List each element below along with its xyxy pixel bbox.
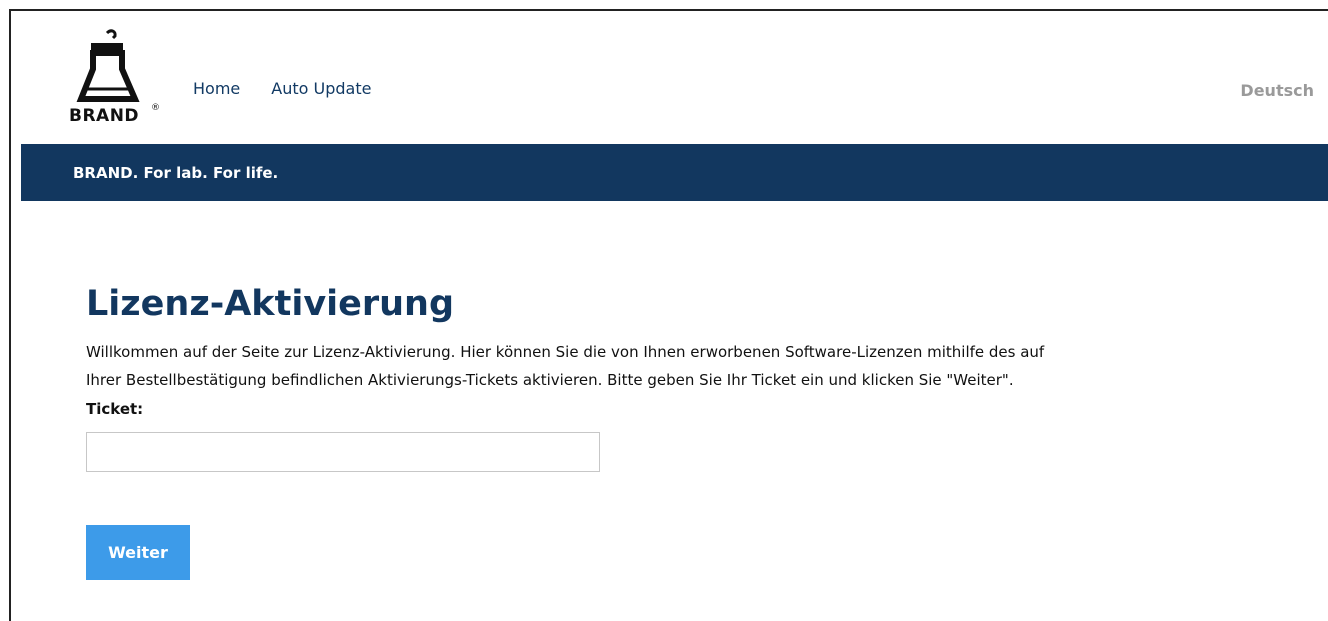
weiter-button[interactable]: Weiter [86,525,190,580]
site-header: BRAND ® Home Auto Update Deutsch [11,11,1328,144]
ticket-label: Ticket: [86,400,144,418]
intro-text: Willkommen auf der Seite zur Lizenz-Akti… [86,338,1306,394]
brand-logo-text: BRAND [69,106,140,126]
brand-logo[interactable]: BRAND ® [69,26,163,136]
page-title: Lizenz-Aktivierung [86,284,455,324]
main-nav: Home Auto Update [193,79,402,98]
tagline-banner: BRAND. For lab. For life. [21,144,1328,201]
main-content: Lizenz-Aktivierung Willkommen auf der Se… [86,278,1306,580]
nav-item-home[interactable]: Home [193,79,240,98]
language-switch[interactable]: Deutsch [1240,81,1314,100]
banner-tagline: BRAND. For lab. For life. [73,164,279,182]
nav-item-auto-update[interactable]: Auto Update [271,79,371,98]
registered-mark: ® [151,103,160,113]
intro-line-2: Ihrer Bestellbestätigung befindlichen Ak… [86,371,1014,389]
intro-line-1: Willkommen auf der Seite zur Lizenz-Akti… [86,343,1045,361]
ticket-input[interactable] [86,432,600,472]
